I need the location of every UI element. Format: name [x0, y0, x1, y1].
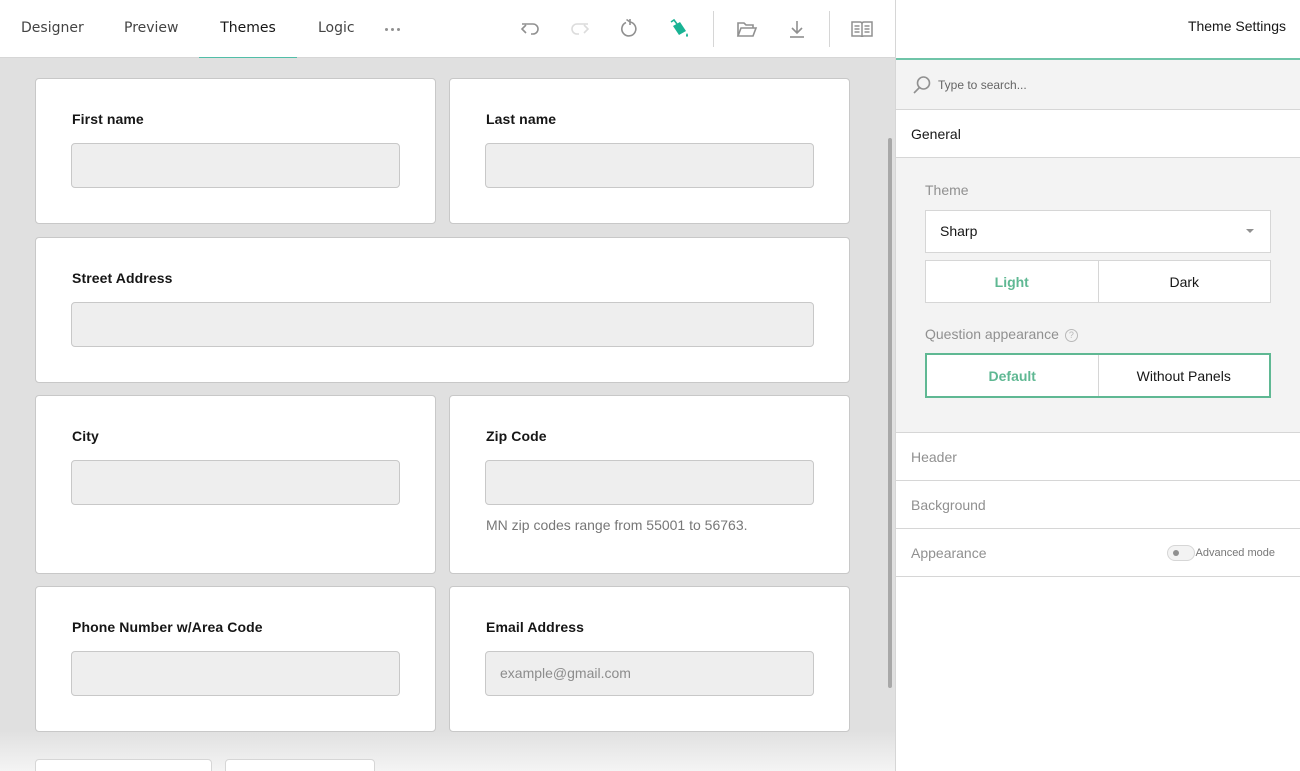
undo-icon: [520, 23, 539, 35]
question-title: Phone Number w/Area Code: [72, 619, 263, 635]
section-general-body: Theme Sharp Light Dark Question appearan…: [896, 158, 1300, 433]
section-appearance-header[interactable]: Appearance Advanced mode: [896, 529, 1300, 577]
redo-button[interactable]: [565, 14, 595, 44]
canvas-scrollbar[interactable]: [888, 138, 892, 688]
toolbar-separator: [713, 11, 714, 47]
question-description: MN zip codes range from 55001 to 56763.: [486, 517, 748, 533]
street-address-input[interactable]: [71, 302, 814, 347]
question-appearance-label: Question appearance?: [925, 326, 1078, 342]
advanced-mode-toggle[interactable]: [1167, 545, 1195, 561]
question-email[interactable]: Email Address example@gmail.com: [449, 586, 850, 732]
folder-open-icon: [736, 22, 758, 37]
redo-icon: [571, 23, 590, 35]
last-name-input[interactable]: [485, 143, 814, 188]
search-bar: [896, 60, 1300, 110]
question-title: Email Address: [486, 619, 585, 635]
default-appearance-button[interactable]: Default: [927, 355, 1098, 396]
ellipsis-dot: [396, 27, 400, 31]
color-mode-group: Light Dark: [925, 260, 1271, 303]
paint-bucket-icon: [670, 18, 688, 37]
top-toolbar: Designer Preview Themes Logic: [0, 0, 895, 59]
survey-creator: Designer Preview Themes Logic First name…: [0, 0, 1300, 771]
dark-mode-button[interactable]: Dark: [1097, 261, 1271, 302]
email-input[interactable]: example@gmail.com: [485, 651, 814, 696]
question-zip-code[interactable]: Zip Code MN zip codes range from 55001 t…: [449, 395, 850, 574]
theme-label: Theme: [925, 182, 969, 198]
partial-card: [35, 759, 212, 771]
question-title: Zip Code: [486, 428, 547, 444]
question-title: Street Address: [72, 270, 173, 286]
section-background-header[interactable]: Background: [896, 481, 1300, 529]
download-button[interactable]: [782, 14, 812, 44]
question-appearance-group: Default Without Panels: [925, 353, 1271, 398]
book-icon: [851, 21, 873, 38]
tab-themes[interactable]: Themes: [199, 0, 297, 59]
panel-header: Theme Settings: [896, 0, 1300, 60]
question-city[interactable]: City: [35, 395, 436, 574]
open-button[interactable]: [732, 14, 762, 44]
question-last-name[interactable]: Last name: [449, 78, 850, 224]
section-header-header[interactable]: Header: [896, 433, 1300, 481]
without-panels-button[interactable]: Without Panels: [1097, 355, 1270, 396]
search-input[interactable]: [938, 74, 1238, 96]
zip-code-input[interactable]: [485, 460, 814, 505]
question-title: City: [72, 428, 99, 444]
reset-button[interactable]: [615, 14, 645, 44]
help-icon[interactable]: ?: [1064, 329, 1078, 342]
question-title: First name: [72, 111, 144, 127]
section-appearance-title: Appearance: [911, 545, 987, 561]
toolbar-separator: [829, 11, 830, 47]
theme-settings-panel: Theme Settings General Theme Sharp Light…: [895, 0, 1300, 771]
question-street-address[interactable]: Street Address: [35, 237, 850, 383]
docs-button[interactable]: [847, 14, 877, 44]
light-mode-button[interactable]: Light: [926, 261, 1098, 302]
reset-icon: [621, 18, 637, 37]
more-tabs-button[interactable]: [378, 0, 406, 58]
survey-canvas: First name Last name Street Address City…: [0, 58, 895, 771]
ellipsis-dot: [390, 27, 394, 31]
search-icon: [913, 76, 931, 94]
tab-designer[interactable]: Designer: [0, 0, 105, 58]
theme-dropdown[interactable]: Sharp: [925, 210, 1271, 253]
question-phone[interactable]: Phone Number w/Area Code: [35, 586, 436, 732]
phone-input[interactable]: [71, 651, 400, 696]
tab-logic[interactable]: Logic: [297, 0, 376, 58]
theme-button[interactable]: [665, 14, 695, 44]
undo-button[interactable]: [515, 14, 545, 44]
partial-card: [225, 759, 375, 771]
city-input[interactable]: [71, 460, 400, 505]
tab-preview[interactable]: Preview: [103, 0, 200, 58]
panel-title: Theme Settings: [1187, 18, 1286, 34]
first-name-input[interactable]: [71, 143, 400, 188]
download-icon: [790, 21, 804, 38]
section-general-header[interactable]: General: [896, 110, 1300, 158]
ellipsis-icon: [384, 27, 388, 31]
question-appearance-text: Question appearance: [925, 326, 1059, 342]
question-first-name[interactable]: First name: [35, 78, 436, 224]
advanced-mode-label: Advanced mode: [1195, 547, 1276, 559]
chevron-down-icon: [1246, 229, 1254, 233]
theme-dropdown-value: Sharp: [940, 223, 978, 239]
question-title: Last name: [486, 111, 557, 127]
